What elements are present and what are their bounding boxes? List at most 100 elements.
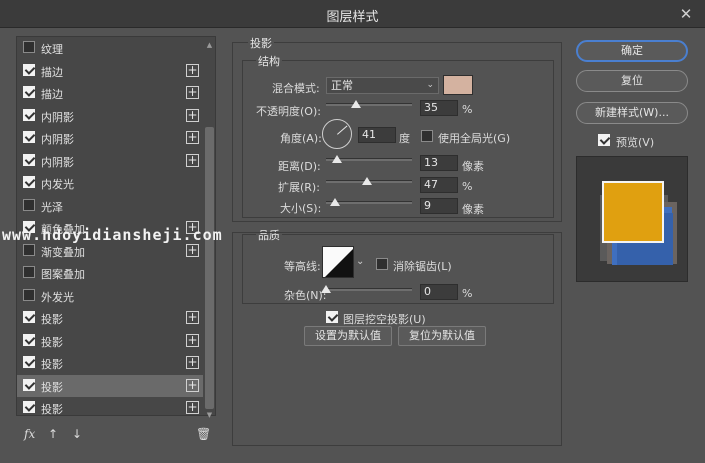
global-light-checkbox[interactable]: [421, 130, 433, 142]
style-label: 描边: [41, 65, 63, 79]
global-light-label: 使用全局光(G): [438, 132, 511, 145]
move-down-icon[interactable]: ↓: [72, 427, 82, 441]
style-list-item[interactable]: 内阴影 +: [17, 127, 203, 149]
style-list-item[interactable]: 投影 +: [17, 374, 203, 397]
opacity-slider[interactable]: [326, 100, 412, 108]
lower-panel-border: [232, 232, 562, 446]
style-list-item[interactable]: 光泽: [17, 195, 203, 217]
style-label: 渐变叠加: [41, 245, 85, 259]
style-checkbox[interactable]: [23, 401, 35, 413]
opacity-unit: %: [462, 103, 473, 116]
add-style-icon[interactable]: +: [186, 311, 199, 324]
add-style-icon[interactable]: +: [186, 86, 199, 99]
preview-label: 预览(V): [616, 136, 655, 149]
style-label: 内阴影: [41, 110, 74, 124]
blend-mode-value: 正常: [331, 79, 353, 92]
style-list-item[interactable]: 内阴影 +: [17, 105, 203, 127]
style-list-item[interactable]: 图案叠加: [17, 262, 203, 284]
style-label: 内阴影: [41, 133, 74, 146]
opacity-slider-handle[interactable]: [351, 100, 361, 108]
blend-mode-select[interactable]: 正常 ⌄: [326, 77, 439, 94]
ok-button[interactable]: 确定: [576, 40, 688, 62]
spread-slider-handle[interactable]: [362, 177, 372, 185]
opacity-input[interactable]: 35: [420, 100, 458, 116]
add-style-icon[interactable]: +: [186, 63, 199, 77]
style-label: 图案叠加: [41, 268, 85, 281]
add-style-icon[interactable]: +: [186, 153, 199, 167]
spread-slider[interactable]: [326, 177, 412, 185]
style-label: 光泽: [41, 200, 63, 214]
add-style-icon[interactable]: +: [186, 333, 199, 347]
add-style-icon[interactable]: +: [186, 378, 199, 392]
style-list-item[interactable]: 投影 +: [17, 352, 203, 374]
style-checkbox[interactable]: [23, 198, 35, 211]
add-style-icon[interactable]: +: [186, 108, 199, 122]
angle-unit: 度: [399, 132, 410, 145]
move-up-icon[interactable]: ↑: [48, 427, 58, 441]
add-style-icon[interactable]: +: [186, 131, 199, 144]
style-list-item[interactable]: 描边 +: [17, 82, 203, 104]
size-unit: 像素: [462, 203, 484, 216]
style-label: 投影: [41, 358, 63, 371]
style-list-item[interactable]: 内发光: [17, 172, 203, 194]
close-icon[interactable]: ✕: [675, 4, 697, 24]
spread-label: 扩展(R):: [278, 181, 320, 194]
style-checkbox[interactable]: [23, 333, 35, 346]
style-checkbox[interactable]: [23, 266, 35, 278]
angle-label: 角度(A):: [280, 132, 322, 145]
angle-dial[interactable]: [322, 119, 352, 149]
size-slider-handle[interactable]: [330, 198, 340, 206]
style-checkbox[interactable]: [23, 288, 35, 301]
shadow-color-swatch[interactable]: [443, 75, 473, 95]
style-list-item[interactable]: 内阴影 +: [17, 150, 203, 172]
style-checkbox[interactable]: [23, 311, 35, 323]
distance-slider[interactable]: [326, 155, 412, 163]
angle-input[interactable]: 41: [358, 127, 396, 143]
style-checkbox[interactable]: [23, 243, 35, 256]
style-label: 纹理: [41, 43, 63, 56]
distance-input[interactable]: 13: [420, 155, 458, 171]
style-label: 内发光: [41, 178, 74, 191]
add-style-icon[interactable]: +: [186, 401, 199, 414]
style-checkbox[interactable]: [23, 131, 35, 143]
style-checkbox[interactable]: [23, 41, 35, 53]
scroll-down-arrow-icon[interactable]: ▼: [205, 411, 214, 419]
style-list-item[interactable]: 外发光: [17, 285, 203, 307]
style-checkbox[interactable]: [23, 153, 35, 166]
style-list-item[interactable]: 描边 +: [17, 60, 203, 82]
style-list-toolbar: fx ↑ ↓ 🗑: [16, 424, 216, 446]
style-checkbox[interactable]: [23, 63, 35, 76]
style-label: 投影: [41, 380, 63, 394]
scrollbar-thumb[interactable]: [205, 127, 214, 409]
style-list-item[interactable]: 投影 +: [17, 330, 203, 352]
style-checkbox[interactable]: [23, 356, 35, 368]
style-checkbox[interactable]: [23, 108, 35, 121]
add-style-icon[interactable]: +: [186, 243, 199, 257]
blend-mode-label: 混合模式:: [272, 82, 320, 95]
opacity-label: 不透明度(O):: [256, 105, 321, 118]
size-slider[interactable]: [326, 198, 412, 206]
style-checkbox[interactable]: [23, 86, 35, 98]
size-label: 大小(S):: [280, 202, 322, 215]
watermark-text: www.hdoyidiansheji.com: [2, 226, 223, 244]
fx-icon[interactable]: fx: [24, 427, 35, 441]
style-checkbox[interactable]: [23, 378, 35, 391]
style-checkbox[interactable]: [23, 176, 35, 188]
shadow-section-title: 投影: [248, 35, 274, 51]
style-preview: [576, 156, 688, 282]
reset-button[interactable]: 复位: [576, 70, 688, 92]
distance-unit: 像素: [462, 160, 484, 173]
style-list-item[interactable]: 投影 +: [17, 397, 203, 419]
size-input[interactable]: 9: [420, 198, 458, 214]
trash-icon[interactable]: 🗑: [196, 427, 211, 441]
preview-checkbox[interactable]: [598, 134, 610, 146]
chevron-down-icon: ⌄: [426, 80, 434, 90]
distance-slider-handle[interactable]: [332, 155, 342, 163]
scroll-up-arrow-icon[interactable]: ▲: [205, 41, 214, 49]
style-list-item[interactable]: 投影 +: [17, 307, 203, 329]
new-style-button[interactable]: 新建样式(W)...: [576, 102, 688, 124]
add-style-icon[interactable]: +: [186, 356, 199, 369]
spread-input[interactable]: 47: [420, 177, 458, 193]
style-label: 描边: [41, 88, 63, 101]
style-list-item[interactable]: 纹理: [17, 37, 203, 59]
